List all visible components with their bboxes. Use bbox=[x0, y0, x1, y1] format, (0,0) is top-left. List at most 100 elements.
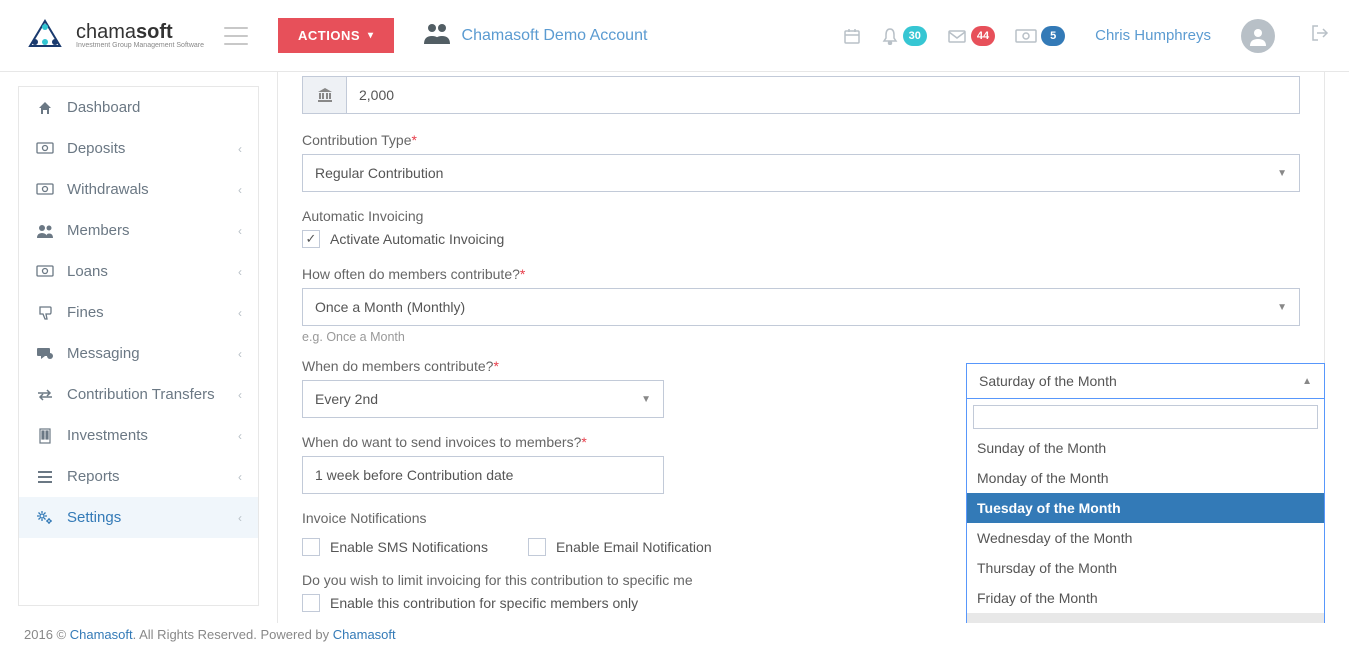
dropdown-list[interactable]: Sunday of the MonthMonday of the MonthTu… bbox=[967, 433, 1324, 623]
bank-icon bbox=[302, 76, 346, 114]
when-invoice-select[interactable]: 1 week before Contribution date bbox=[302, 456, 664, 494]
sidebar-item-loans[interactable]: Loans ‹ bbox=[19, 251, 258, 292]
logo[interactable]: chamasoft Investment Group Management So… bbox=[20, 16, 204, 56]
thumbs-down-icon bbox=[35, 305, 55, 321]
logo-text: chamasoft Investment Group Management So… bbox=[76, 22, 204, 49]
chevron-down-icon: ▼ bbox=[1277, 168, 1287, 179]
sidebar-item-label: Deposits bbox=[67, 140, 125, 157]
contribution-type-label: Contribution Type* bbox=[302, 132, 1300, 148]
envelope-icon bbox=[947, 27, 967, 45]
messages-button[interactable]: 44 bbox=[947, 26, 995, 46]
menu-toggle[interactable] bbox=[224, 27, 248, 45]
money-icon bbox=[35, 183, 55, 197]
calendar-icon bbox=[843, 27, 861, 45]
sidebar-item-label: Settings bbox=[67, 509, 121, 526]
how-often-label: How often do members contribute?* bbox=[302, 266, 1300, 282]
users-icon bbox=[35, 224, 55, 238]
calendar-button[interactable] bbox=[843, 27, 861, 45]
sidebar-item-reports[interactable]: Reports ‹ bbox=[19, 456, 258, 497]
footer-powered-link[interactable]: Chamasoft bbox=[333, 627, 396, 642]
sidebar-item-label: Loans bbox=[67, 263, 108, 280]
auto-invoice-label: Automatic Invoicing bbox=[302, 208, 1300, 224]
users-icon bbox=[424, 22, 450, 50]
sidebar-item-dashboard[interactable]: Dashboard bbox=[19, 87, 258, 128]
sidebar-item-label: Investments bbox=[67, 427, 148, 444]
gears-icon bbox=[35, 510, 55, 526]
dropdown-option[interactable]: Wednesday of the Month bbox=[967, 523, 1324, 553]
chevron-down-icon: ▼ bbox=[1277, 302, 1287, 313]
footer-brand-link[interactable]: Chamasoft bbox=[70, 627, 133, 642]
notifications-button[interactable]: 30 bbox=[881, 26, 927, 46]
list-icon bbox=[35, 470, 55, 484]
actions-button[interactable]: ACTIONS ▾ bbox=[278, 18, 394, 53]
auto-invoice-checkbox[interactable]: ✓ bbox=[302, 230, 320, 248]
chevron-down-icon: ▾ bbox=[368, 30, 374, 41]
sidebar-item-messaging[interactable]: Messaging ‹ bbox=[19, 333, 258, 374]
email-notif-label: Enable Email Notification bbox=[556, 539, 712, 555]
day-dropdown-panel: Sunday of the MonthMonday of the MonthTu… bbox=[966, 398, 1325, 623]
sidebar-item-label: Withdrawals bbox=[67, 181, 149, 198]
when-contribute-day-select[interactable]: Saturday of the Month ▲ bbox=[966, 363, 1325, 399]
chevron-left-icon: ‹ bbox=[238, 470, 242, 484]
limit-check-label: Enable this contribution for specific me… bbox=[330, 595, 638, 611]
how-often-select[interactable]: Once a Month (Monthly) ▼ bbox=[302, 288, 1300, 326]
building-icon bbox=[35, 428, 55, 444]
sidebar-item-label: Messaging bbox=[67, 345, 140, 362]
chevron-left-icon: ‹ bbox=[238, 183, 242, 197]
sidebar-item-fines[interactable]: Fines‹ bbox=[19, 292, 258, 333]
exchange-icon bbox=[35, 389, 55, 401]
sidebar-item-investments[interactable]: Investments ‹ bbox=[19, 415, 258, 456]
wallet-button[interactable]: 5 bbox=[1015, 26, 1065, 46]
user-icon bbox=[1248, 26, 1268, 46]
chevron-left-icon: ‹ bbox=[238, 429, 242, 443]
money-badge: 5 bbox=[1041, 26, 1065, 46]
amount-input[interactable] bbox=[346, 76, 1300, 114]
avatar[interactable] bbox=[1241, 19, 1275, 53]
sidebar-item-settings[interactable]: Settings ‹ bbox=[19, 497, 258, 538]
group-selector[interactable]: Chamasoft Demo Account bbox=[424, 22, 648, 50]
dropdown-option[interactable]: Tuesday of the Month bbox=[967, 493, 1324, 523]
chevron-down-icon: ▼ bbox=[641, 394, 651, 405]
dropdown-option[interactable]: Sunday of the Month bbox=[967, 433, 1324, 463]
exit-icon bbox=[1311, 24, 1329, 42]
chevron-left-icon: ‹ bbox=[238, 224, 242, 238]
chevron-left-icon: ‹ bbox=[238, 511, 242, 525]
sidebar-item-members[interactable]: Members ‹ bbox=[19, 210, 258, 251]
sidebar-item-label: Reports bbox=[67, 468, 120, 485]
dropdown-option[interactable]: Saturday of the Month bbox=[967, 613, 1324, 623]
notif-badge: 30 bbox=[903, 26, 927, 46]
sms-notif-label: Enable SMS Notifications bbox=[330, 539, 488, 555]
contribution-type-select[interactable]: Regular Contribution ▼ bbox=[302, 154, 1300, 192]
chevron-left-icon: ‹ bbox=[238, 265, 242, 279]
sidebar-item-label: Members bbox=[67, 222, 130, 239]
when-contribute-ordinal-select[interactable]: Every 2nd ▼ bbox=[302, 380, 664, 418]
sidebar-item-label: Dashboard bbox=[67, 99, 140, 116]
money-icon bbox=[35, 142, 55, 156]
chat-icon bbox=[35, 346, 55, 362]
msg-badge: 44 bbox=[971, 26, 995, 46]
logout-button[interactable] bbox=[1311, 24, 1329, 47]
group-name: Chamasoft Demo Account bbox=[462, 27, 648, 45]
footer: 2016 © Chamasoft. All Rights Reserved. P… bbox=[0, 624, 1349, 645]
sidebar-item-withdrawals[interactable]: Withdrawals ‹ bbox=[19, 169, 258, 210]
sms-notif-checkbox[interactable] bbox=[302, 538, 320, 556]
dropdown-option[interactable]: Thursday of the Month bbox=[967, 553, 1324, 583]
limit-checkbox[interactable] bbox=[302, 594, 320, 612]
chevron-up-icon: ▲ bbox=[1302, 376, 1312, 387]
logo-icon bbox=[20, 16, 70, 56]
main-content: Contribution Type* Regular Contribution … bbox=[259, 72, 1349, 623]
money-icon bbox=[1015, 28, 1037, 44]
bell-icon bbox=[881, 27, 899, 45]
dropdown-search-input[interactable] bbox=[973, 405, 1318, 429]
username[interactable]: Chris Humphreys bbox=[1095, 27, 1211, 44]
sidebar-item-label: Fines bbox=[67, 304, 104, 321]
sidebar-item-contribution-transfers[interactable]: Contribution Transfers‹ bbox=[19, 374, 258, 415]
money-icon bbox=[35, 265, 55, 279]
chevron-left-icon: ‹ bbox=[238, 347, 242, 361]
email-notif-checkbox[interactable] bbox=[528, 538, 546, 556]
dropdown-option[interactable]: Monday of the Month bbox=[967, 463, 1324, 493]
chevron-left-icon: ‹ bbox=[238, 142, 242, 156]
sidebar-item-label: Contribution Transfers bbox=[67, 386, 215, 403]
dropdown-option[interactable]: Friday of the Month bbox=[967, 583, 1324, 613]
sidebar-item-deposits[interactable]: Deposits ‹ bbox=[19, 128, 258, 169]
